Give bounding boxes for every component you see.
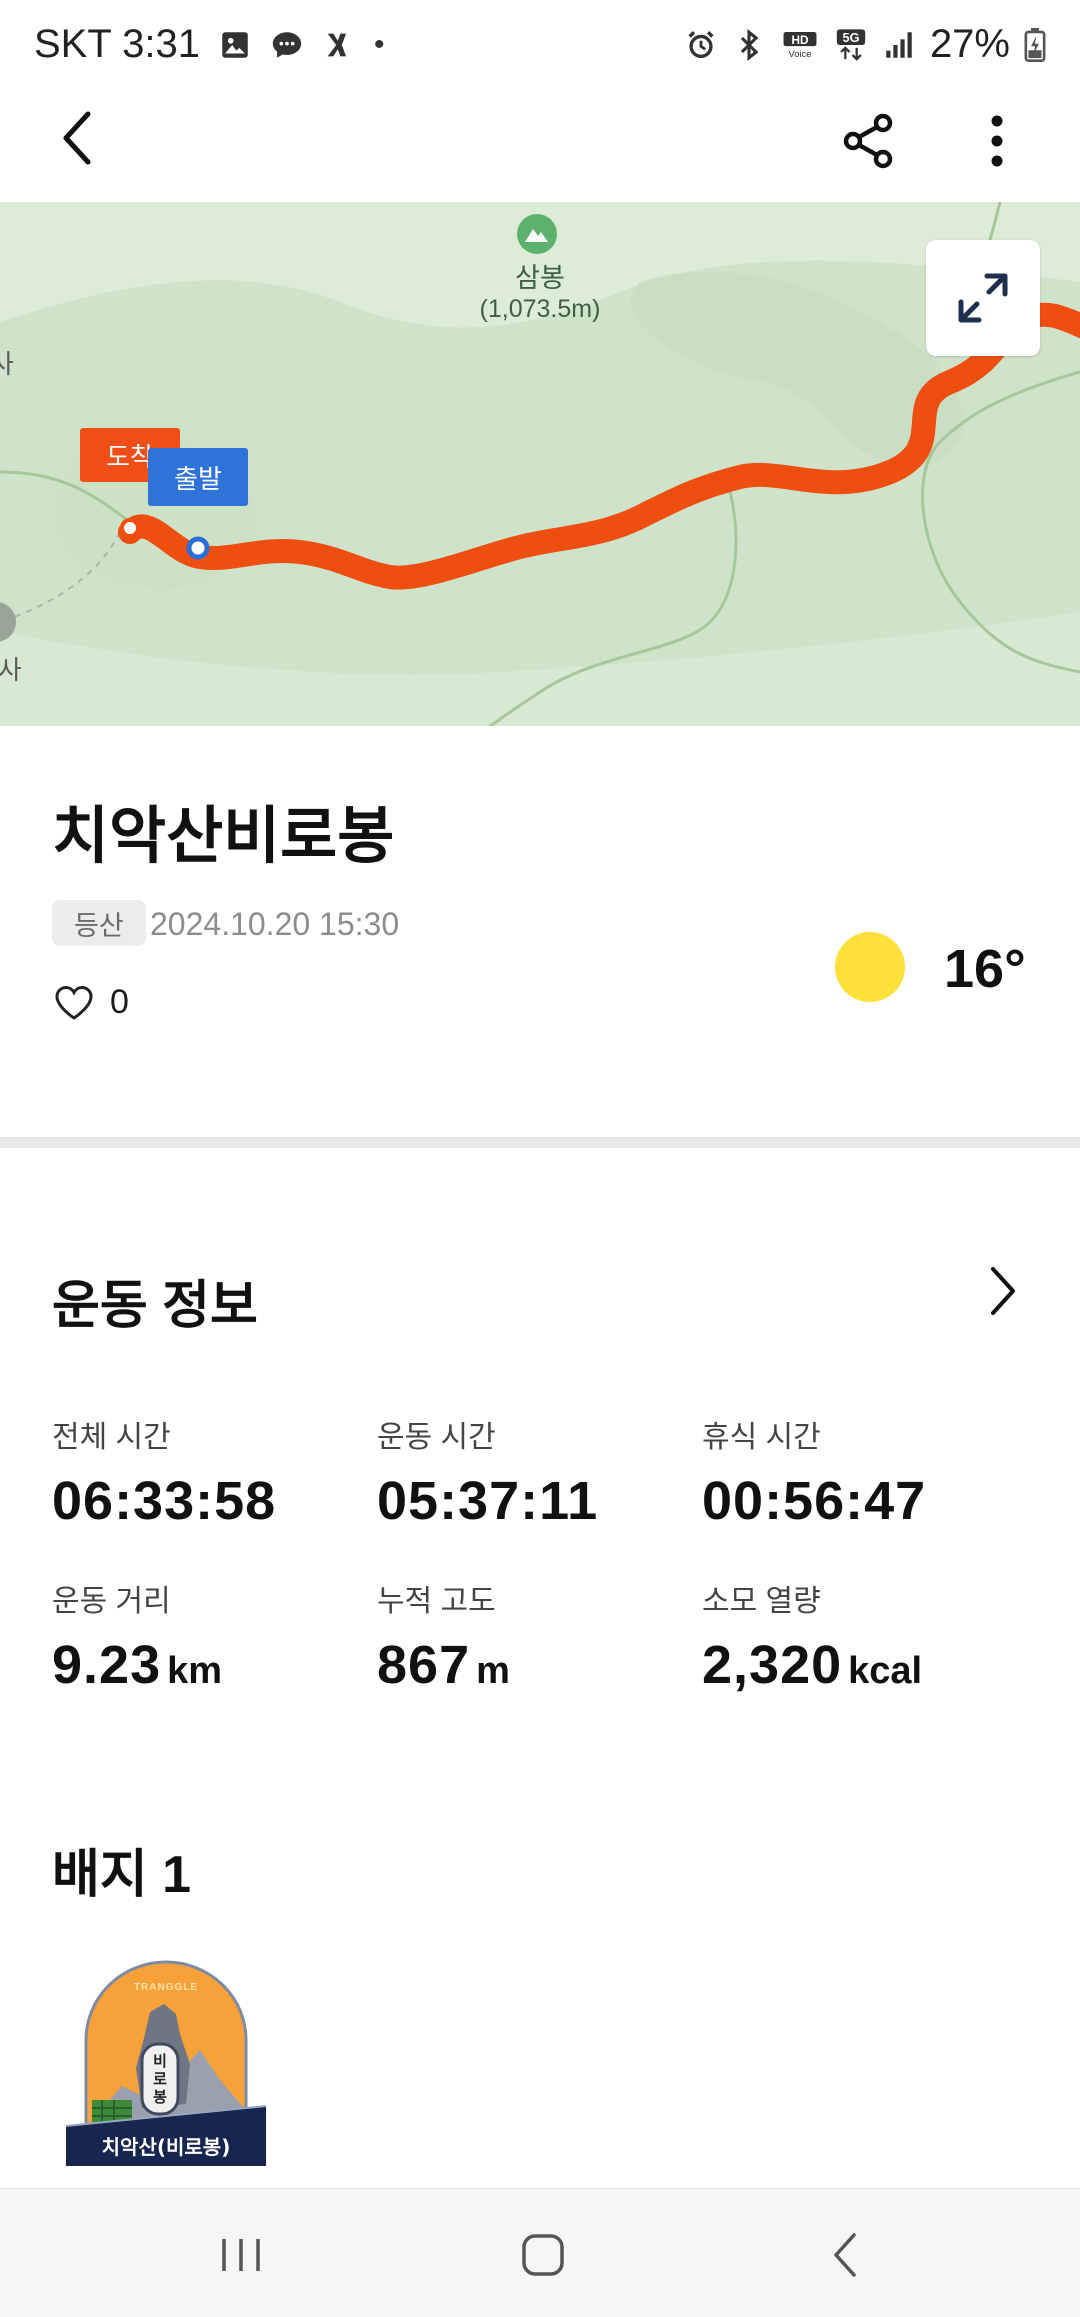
sun-icon: [835, 932, 905, 1002]
stat-value: 00:56:47: [702, 1471, 927, 1531]
stat-exercise-time: 운동 시간 05:37:11: [377, 1412, 598, 1532]
stat-value-row: 2,320 kcal: [702, 1634, 922, 1696]
stat-total-time: 전체 시간 06:33:58: [52, 1412, 276, 1532]
like-count: 0: [110, 983, 129, 1021]
status-bar: SKT 3:31 • HD Voice 5G 27%: [0, 0, 1080, 96]
status-right: HD Voice 5G 27%: [684, 22, 1046, 67]
svg-text:봉: 봉: [153, 2088, 167, 2106]
activity-tag-label: 등산: [74, 910, 124, 941]
activity-title: 치악산비로봉: [52, 802, 395, 871]
alarm-icon: [688, 30, 714, 58]
start-marker: 출발: [148, 448, 248, 506]
stat-value: 05:37:11: [377, 1471, 599, 1531]
nav-back-icon: [834, 2233, 856, 2277]
stat-value-row: 867 m: [377, 1634, 510, 1696]
stat-label: 운동 거리: [52, 1585, 171, 1618]
stat-unit: km: [167, 1650, 223, 1692]
map-edge-label-top: 사: [0, 349, 14, 379]
stat-label: 누적 고도: [377, 1585, 496, 1618]
svg-text:치악산(비로봉): 치악산(비로봉): [102, 2135, 231, 2159]
stat-value: 9.23: [52, 1635, 162, 1695]
bluetooth-icon: [740, 28, 759, 61]
stat-unit: m: [476, 1650, 510, 1692]
badge-item[interactable]: 비 로 봉 TRANGGLE 치악산(비로봉): [65, 1960, 267, 2174]
share-icon: [843, 113, 893, 169]
start-marker-label: 출발: [174, 463, 222, 494]
svg-text:Voice: Voice: [788, 47, 811, 58]
heart-icon: [55, 985, 93, 1020]
expand-icon: [958, 273, 1008, 323]
end-marker-label: 도착: [106, 441, 154, 472]
status-left: SKT 3:31 •: [34, 22, 385, 67]
peak-name: 삼봉: [515, 263, 565, 293]
stat-value-row: 9.23 km: [52, 1634, 222, 1696]
peak-elevation: (1,073.5m): [479, 295, 601, 323]
stat-label: 운동 시간: [377, 1421, 496, 1454]
map-edge-label-bottom: 명사: [0, 655, 22, 685]
carrier-time: SKT 3:31: [34, 22, 201, 66]
more-icon: [991, 115, 1003, 167]
back-button[interactable]: [48, 108, 108, 168]
activity-tag: 등산: [52, 900, 146, 946]
back-icon: [63, 111, 91, 165]
activity-datetime: 2024.10.20 15:30: [150, 906, 400, 942]
battery-percent: 27%: [929, 22, 1010, 66]
battery-icon: [1024, 27, 1046, 62]
peak-label: 삼봉 (1,073.5m): [470, 256, 610, 324]
svg-text:5G: 5G: [842, 30, 859, 45]
5g-icon: 5G: [836, 28, 866, 61]
stat-label: 휴식 시간: [702, 1421, 821, 1454]
image-icon: [222, 31, 248, 58]
temperature: 16°: [944, 939, 1026, 999]
mountain-badge-icon: 비 로 봉 TRANGGLE 치악산(비로봉): [65, 1960, 267, 2166]
stat-value: 2,320: [702, 1635, 843, 1695]
recent-apps-icon: [222, 2239, 260, 2271]
svg-text:비: 비: [153, 2052, 167, 2070]
section-divider: [0, 1137, 1080, 1148]
badge-section-title: 배지 1: [52, 1846, 192, 1904]
stat-unit: kcal: [848, 1650, 923, 1692]
exercise-info-title: 운동 정보: [52, 1277, 258, 1335]
stat-value: 867: [377, 1635, 471, 1695]
svg-text:HD: HD: [791, 33, 808, 46]
home-icon: [522, 2234, 564, 2276]
home-button[interactable]: [498, 2220, 588, 2290]
stat-distance: 운동 거리 9.23 km: [52, 1576, 222, 1696]
recent-apps-button[interactable]: [196, 2220, 286, 2290]
stat-label: 전체 시간: [52, 1421, 171, 1454]
share-button[interactable]: [838, 110, 900, 172]
like-button[interactable]: 0: [54, 983, 129, 1022]
hd-voice-icon: HDVoice: [783, 31, 817, 58]
svg-text:로: 로: [153, 2070, 167, 2088]
route-map[interactable]: 삼봉 (1,073.5m) 도착 출발 사 명사: [0, 202, 1080, 726]
chat-icon: [272, 31, 302, 58]
stat-label: 소모 열량: [702, 1585, 821, 1618]
stat-value: 06:33:58: [52, 1471, 277, 1531]
more-options-button[interactable]: [966, 110, 1028, 172]
chevron-right-icon: [991, 1267, 1015, 1315]
signal-icon: [886, 31, 912, 58]
stat-calories: 소모 열량 2,320 kcal: [702, 1576, 922, 1696]
stat-rest-time: 휴식 시간 00:56:47: [702, 1412, 926, 1532]
map-expand-button[interactable]: [926, 240, 1040, 356]
dot-icon: •: [374, 27, 385, 61]
exercise-info-detail-button[interactable]: [976, 1260, 1030, 1322]
stat-elevation-gain: 누적 고도 867 m: [377, 1576, 510, 1696]
svg-text:TRANGGLE: TRANGGLE: [134, 1982, 198, 1993]
nav-back-button[interactable]: [800, 2220, 890, 2290]
flash-icon: [327, 33, 347, 56]
